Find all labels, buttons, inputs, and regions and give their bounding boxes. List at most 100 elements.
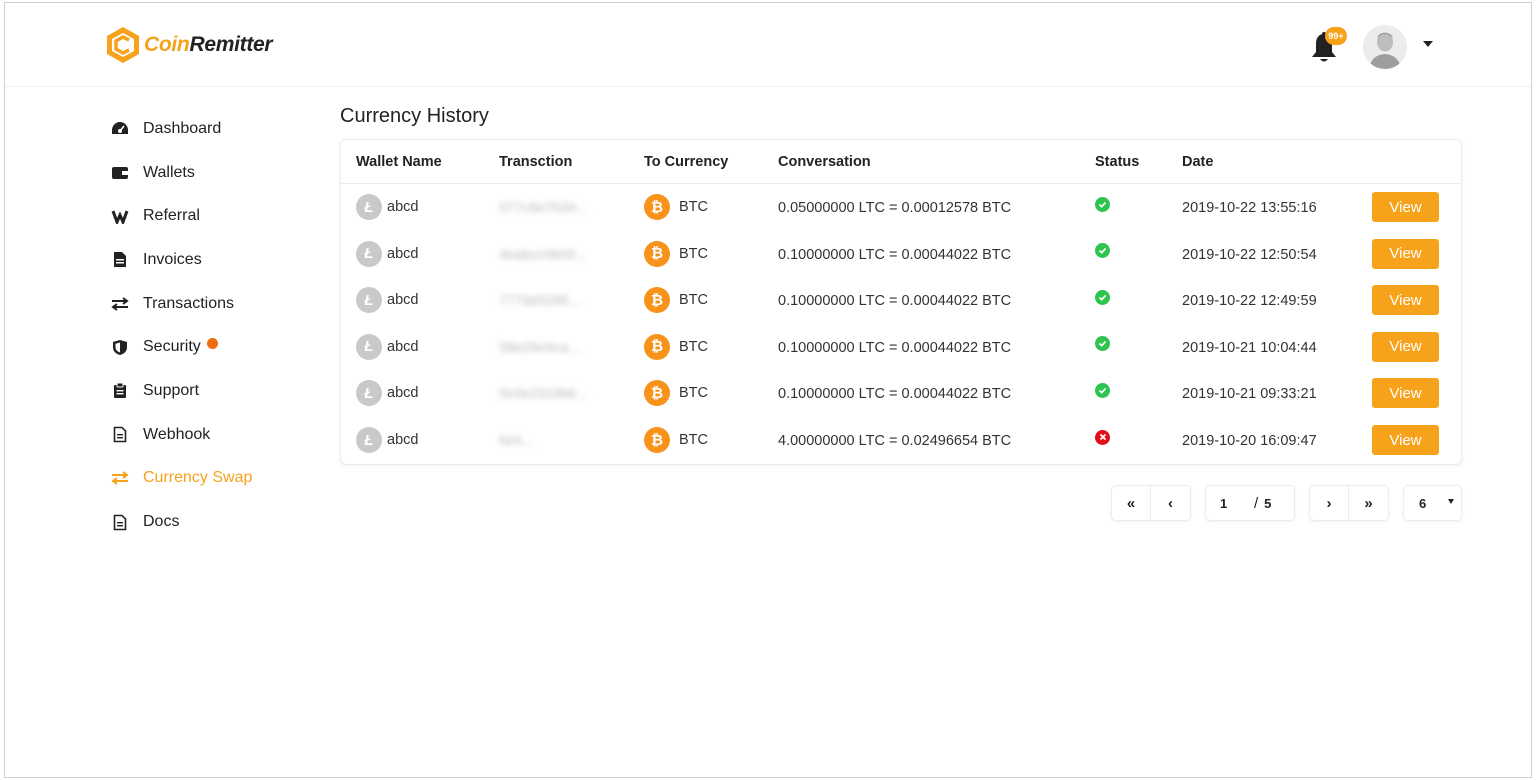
wallet-cell: Ł abcd bbox=[356, 277, 418, 323]
page-title: Currency History bbox=[340, 105, 489, 127]
success-check-icon bbox=[1095, 382, 1110, 398]
sidebar-item-webhook[interactable]: Webhook bbox=[105, 413, 315, 457]
table-row: Ł abcd 0c0e2319b6... ₿ BTC 0.10000000 LT… bbox=[341, 370, 1461, 417]
user-avatar[interactable] bbox=[1363, 25, 1407, 69]
notification-badge: 99+ bbox=[1325, 27, 1347, 45]
sidebar-item-docs[interactable]: Docs bbox=[105, 500, 315, 544]
wallet-cell: Ł abcd bbox=[356, 324, 418, 370]
user-menu-caret-icon[interactable] bbox=[1423, 41, 1433, 47]
sidebar-item-label: Docs bbox=[143, 513, 180, 531]
bitcoin-icon: ₿ bbox=[644, 427, 670, 453]
sidebar-item-dashboard[interactable]: Dashboard bbox=[105, 107, 315, 151]
conversion-cell: 0.05000000 LTC = 0.00012578 BTC bbox=[778, 200, 1012, 216]
wallet-name: abcd bbox=[387, 199, 419, 215]
table-row: Ł abcd 077c8e7b34... ₿ BTC 0.05000000 LT… bbox=[341, 184, 1461, 231]
transaction-cell: N/A... bbox=[499, 417, 534, 463]
next-page-button[interactable]: › bbox=[1310, 486, 1349, 520]
litecoin-icon: Ł bbox=[356, 240, 382, 267]
sidebar-item-support[interactable]: Support bbox=[105, 369, 315, 413]
view-button[interactable]: View bbox=[1372, 192, 1439, 222]
view-button[interactable]: View bbox=[1372, 425, 1439, 455]
page-indicator: 1 / 5 bbox=[1206, 486, 1290, 520]
table-row: Ł abcd 4eabcc0b00... ₿ BTC 0.10000000 LT… bbox=[341, 231, 1461, 278]
to-currency-cell: ₿ BTC bbox=[644, 324, 708, 370]
transaction-cell: 077c8e7b34... bbox=[499, 184, 588, 230]
wallet-cell: Ł abcd bbox=[356, 417, 418, 463]
view-button[interactable]: View bbox=[1372, 331, 1439, 362]
to-currency: BTC bbox=[679, 199, 708, 215]
view-button[interactable]: View bbox=[1372, 285, 1439, 316]
user-avatar-icon bbox=[1363, 25, 1407, 69]
sidebar-item-label: Dashboard bbox=[143, 119, 222, 137]
status-cell bbox=[1095, 228, 1110, 274]
conversion-cell: 0.10000000 LTC = 0.00044022 BTC bbox=[778, 386, 1012, 403]
pagination-first-prev: « ‹ bbox=[1111, 485, 1191, 521]
failed-x-icon bbox=[1095, 429, 1110, 445]
page-size-select[interactable]: 6 bbox=[1403, 485, 1462, 521]
first-page-button[interactable]: « bbox=[1112, 486, 1151, 520]
success-check-icon bbox=[1095, 289, 1110, 305]
page-separator: / bbox=[1254, 494, 1259, 512]
total-pages: 5 bbox=[1264, 495, 1272, 511]
sidebar-item-currency-swap[interactable]: Currency Swap bbox=[105, 457, 315, 501]
success-check-icon bbox=[1095, 243, 1110, 259]
column-header-status: Status bbox=[1095, 154, 1140, 170]
last-page-button[interactable]: » bbox=[1349, 486, 1388, 520]
to-currency: BTC bbox=[679, 385, 708, 402]
page-size-value[interactable]: 6 bbox=[1404, 486, 1461, 520]
brand-logo[interactable]: CoinRemitter bbox=[105, 25, 273, 65]
transaction-cell: 7779d3285... bbox=[499, 277, 581, 323]
sidebar-item-label: Transactions bbox=[143, 294, 234, 312]
transaction-hash: N/A... bbox=[499, 432, 535, 448]
shield-icon bbox=[105, 339, 135, 356]
bitcoin-icon: ₿ bbox=[644, 380, 670, 407]
sidebar-item-security[interactable]: Security bbox=[105, 325, 315, 369]
sidebar-item-label: Support bbox=[143, 381, 200, 399]
column-header-wallet-name: Wallet Name bbox=[356, 154, 442, 170]
prev-page-button[interactable]: ‹ bbox=[1151, 486, 1190, 520]
to-currency-cell: ₿ BTC bbox=[644, 231, 708, 277]
document-icon bbox=[105, 426, 135, 443]
transaction-hash: 7779d3285... bbox=[499, 292, 581, 309]
litecoin-icon: Ł bbox=[356, 427, 382, 453]
chevron-down-icon bbox=[1448, 499, 1454, 504]
swap-icon bbox=[105, 471, 135, 486]
view-button[interactable]: View bbox=[1372, 238, 1439, 269]
wallet-cell: Ł abcd bbox=[356, 231, 418, 277]
column-header-date: Date bbox=[1182, 154, 1214, 170]
conversion-cell: 0.10000000 LTC = 0.00044022 BTC bbox=[778, 293, 1012, 310]
to-currency-cell: ₿ BTC bbox=[644, 184, 708, 230]
top-header: CoinRemitter 99+ bbox=[5, 3, 1531, 87]
table-header: Wallet Name Transction To Currency Conve… bbox=[341, 140, 1461, 184]
sidebar-item-label: Wallets bbox=[143, 163, 195, 181]
to-currency-cell: ₿ BTC bbox=[644, 277, 708, 323]
transaction-hash: 077c8e7b34... bbox=[499, 199, 588, 215]
date-cell: 2019-10-20 16:09:47 bbox=[1182, 433, 1317, 449]
transaction-cell: 0c0e2319b6... bbox=[499, 370, 588, 416]
sidebar-nav: Dashboard Wallets Referral Invoices Tran… bbox=[105, 107, 315, 544]
security-alert-dot bbox=[206, 337, 218, 349]
page-size-label: 6 bbox=[1419, 495, 1427, 511]
sidebar-item-label: Invoices bbox=[143, 250, 202, 268]
sidebar-item-wallets[interactable]: Wallets bbox=[105, 151, 315, 195]
date-cell: 2019-10-22 13:55:16 bbox=[1182, 200, 1317, 216]
conversion-cell: 4.00000000 LTC = 0.02496654 BTC bbox=[778, 433, 1012, 449]
date-cell: 2019-10-22 12:50:54 bbox=[1182, 246, 1317, 263]
bitcoin-icon: ₿ bbox=[644, 240, 670, 267]
bitcoin-icon: ₿ bbox=[644, 194, 670, 220]
transaction-cell: 58e26e9ca... bbox=[499, 324, 580, 370]
table-row: Ł abcd 58e26e9ca... ₿ BTC 0.10000000 LTC… bbox=[341, 324, 1461, 371]
clipboard-icon bbox=[105, 382, 135, 399]
current-page-input[interactable]: 1 bbox=[1220, 496, 1254, 511]
status-cell bbox=[1095, 181, 1110, 227]
sidebar-item-transactions[interactable]: Transactions bbox=[105, 282, 315, 326]
wallet-cell: Ł abcd bbox=[356, 184, 418, 230]
table-row: Ł abcd 7779d3285... ₿ BTC 0.10000000 LTC… bbox=[341, 277, 1461, 324]
sidebar-item-label: Currency Swap bbox=[143, 469, 253, 487]
sidebar-item-referral[interactable]: Referral bbox=[105, 194, 315, 238]
sidebar-item-invoices[interactable]: Invoices bbox=[105, 238, 315, 282]
view-button[interactable]: View bbox=[1372, 378, 1439, 409]
transaction-cell: 4eabcc0b00... bbox=[499, 231, 587, 277]
dashboard-icon bbox=[105, 121, 135, 137]
bitcoin-icon: ₿ bbox=[644, 287, 670, 314]
